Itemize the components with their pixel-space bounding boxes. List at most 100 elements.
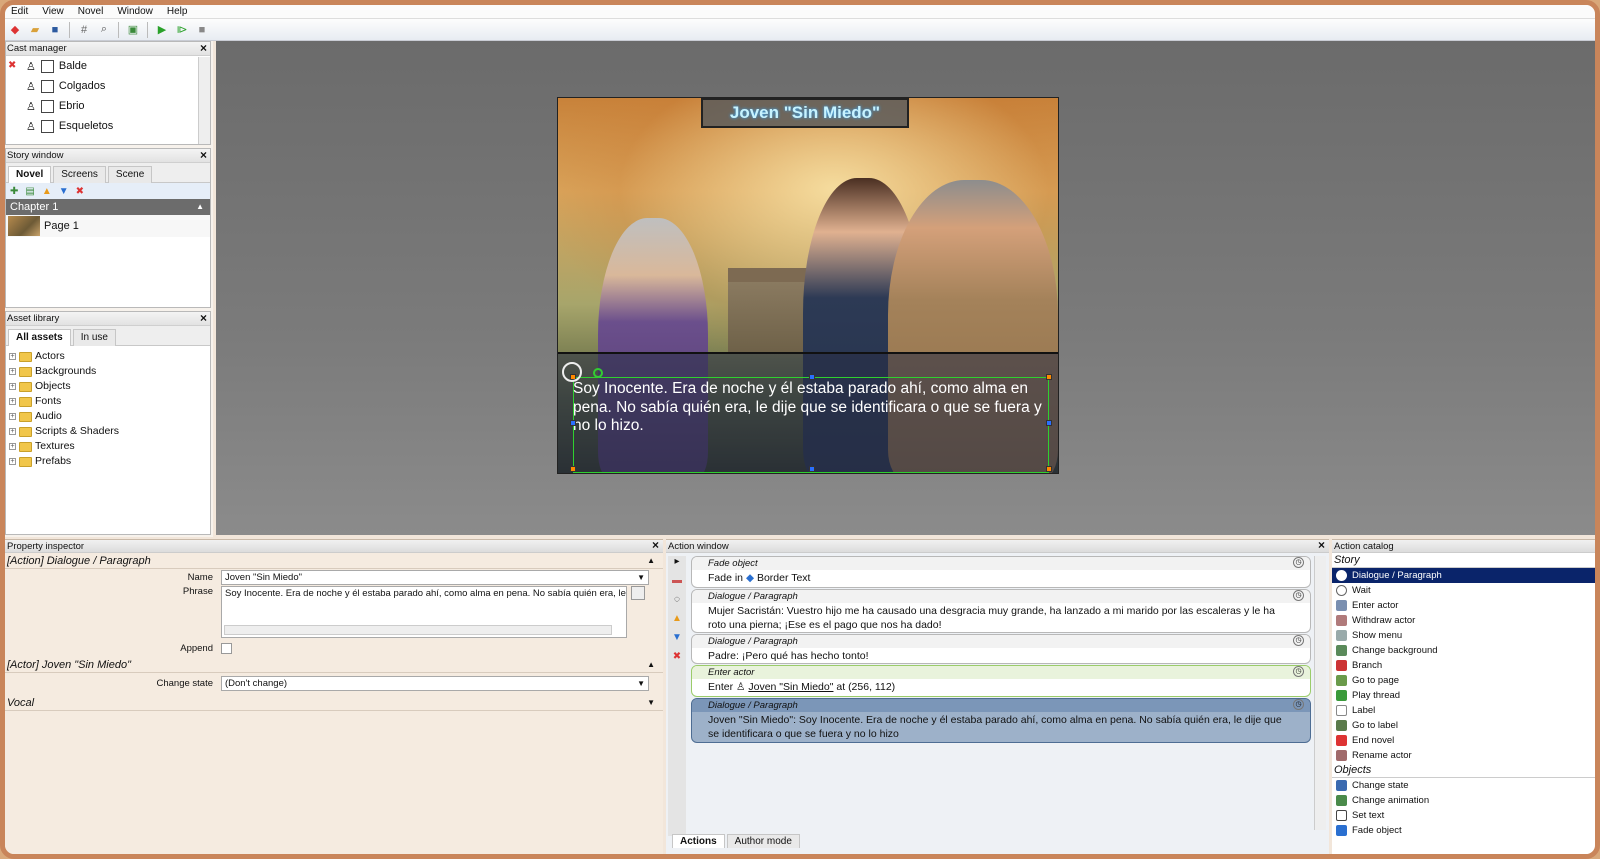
timing-icon[interactable]: ◷ <box>1293 699 1304 710</box>
tab-author-mode[interactable]: Author mode <box>726 834 800 848</box>
rotate-handle[interactable] <box>593 368 603 378</box>
open-folder-icon[interactable]: ▰ <box>27 22 43 38</box>
expand-icon[interactable]: ▼ <box>647 695 655 711</box>
action-scrollbar[interactable] <box>1314 556 1326 830</box>
action-item[interactable]: Fade object ◷ Fade in ◆ Border Text <box>691 556 1311 588</box>
menu-edit[interactable]: Edit <box>11 5 28 18</box>
move-up-icon[interactable]: ▲ <box>42 186 52 197</box>
resize-handle[interactable] <box>809 466 815 472</box>
delete-actor-icon[interactable]: ✖ <box>8 60 16 71</box>
tree-folder[interactable]: + Prefabs <box>6 454 210 469</box>
catalog-item[interactable]: Enter actor <box>1332 598 1595 613</box>
action-item[interactable]: Dialogue / Paragraph ◷ Padre: ¡Pero qué h… <box>691 634 1311 664</box>
save-icon[interactable]: ■ <box>47 22 63 38</box>
close-icon[interactable]: × <box>652 539 659 552</box>
section-vocal[interactable]: Vocal ▼ <box>5 695 663 711</box>
change-state-dropdown[interactable]: (Don't change) ▼ <box>221 676 649 691</box>
add-page-icon[interactable]: ▤ <box>25 186 34 197</box>
catalog-item[interactable]: Go to page <box>1332 673 1595 688</box>
cast-checkbox[interactable] <box>40 79 54 93</box>
cast-item[interactable]: ♙ Balde <box>6 56 210 76</box>
tree-folder[interactable]: + Backgrounds <box>6 364 210 379</box>
new-icon[interactable]: ◆ <box>7 22 23 38</box>
horizontal-scrollbar[interactable] <box>224 625 612 635</box>
tab-scene[interactable]: Scene <box>107 166 153 183</box>
scene-preview[interactable]: Joven "Sin Miedo" Soy Inocente. Era de n… <box>557 97 1059 474</box>
close-icon[interactable]: × <box>200 148 207 162</box>
play-from-here-icon[interactable]: ⧐ <box>174 22 190 38</box>
catalog-item[interactable]: Change state <box>1332 778 1595 793</box>
phrase-textarea[interactable]: Soy Inocente. Era de noche y él estaba p… <box>221 586 627 638</box>
expand-icon[interactable]: + <box>9 443 16 450</box>
section-action[interactable]: [Action] Dialogue / Paragraph ▲ <box>5 553 663 569</box>
dialogue-box[interactable]: Soy Inocente. Era de noche y él estaba p… <box>558 352 1058 473</box>
timing-icon[interactable]: ◷ <box>1293 666 1304 677</box>
timing-icon[interactable]: ◷ <box>1293 590 1304 601</box>
collapse-icon[interactable]: ▲ <box>647 657 655 673</box>
menu-help[interactable]: Help <box>167 5 188 18</box>
tree-folder[interactable]: + Textures <box>6 439 210 454</box>
catalog-item[interactable]: Change background <box>1332 643 1595 658</box>
tree-folder[interactable]: + Scripts & Shaders <box>6 424 210 439</box>
catalog-item[interactable]: Dialogue / Paragraph <box>1332 568 1595 583</box>
expand-button[interactable] <box>631 586 645 600</box>
tree-folder[interactable]: + Fonts <box>6 394 210 409</box>
catalog-item[interactable]: End novel <box>1332 733 1595 748</box>
section-actor[interactable]: [Actor] Joven "Sin Miedo" ▲ <box>5 657 663 673</box>
catalog-item[interactable]: Rename actor <box>1332 748 1595 763</box>
play-icon[interactable]: ▶ <box>154 22 170 38</box>
tab-all-assets[interactable]: All assets <box>8 329 71 346</box>
grid-icon[interactable]: # <box>76 22 92 38</box>
speaker-name-box[interactable]: Joven "Sin Miedo" <box>701 98 909 128</box>
cast-checkbox[interactable] <box>40 59 54 73</box>
tab-screens[interactable]: Screens <box>53 166 106 183</box>
catalog-item[interactable]: Go to label <box>1332 718 1595 733</box>
paste-icon[interactable]: ▬ <box>672 575 682 586</box>
catalog-item[interactable]: Withdraw actor <box>1332 613 1595 628</box>
timing-icon[interactable]: ◷ <box>1293 635 1304 646</box>
close-icon[interactable]: × <box>200 311 207 325</box>
timing-icon[interactable]: ◷ <box>1293 557 1304 568</box>
catalog-item[interactable]: Fade object <box>1332 823 1595 838</box>
append-checkbox[interactable] <box>221 643 232 654</box>
name-dropdown[interactable]: Joven "Sin Miedo" ▼ <box>221 570 649 585</box>
chapter-item[interactable]: Chapter 1 ▲ <box>6 199 210 215</box>
catalog-item[interactable]: Show menu <box>1332 628 1595 643</box>
tree-folder[interactable]: + Audio <box>6 409 210 424</box>
delete-icon[interactable]: ✖ <box>76 186 84 197</box>
scene-viewport[interactable]: Joven "Sin Miedo" Soy Inocente. Era de n… <box>216 41 1595 535</box>
expand-icon[interactable]: + <box>9 413 16 420</box>
zoom-icon[interactable]: ⌕ <box>96 22 112 38</box>
page-item[interactable]: Page 1 <box>6 215 210 237</box>
move-down-icon[interactable]: ▼ <box>672 632 682 643</box>
cast-item[interactable]: ♙ Colgados <box>6 76 210 96</box>
delete-icon[interactable]: ✖ <box>673 651 681 662</box>
tab-novel[interactable]: Novel <box>8 166 52 183</box>
expand-icon[interactable]: + <box>9 383 16 390</box>
comment-icon[interactable]: ◌ <box>674 594 680 605</box>
catalog-item[interactable]: Wait <box>1332 583 1595 598</box>
action-item-selected[interactable]: Dialogue / Paragraph ◷ Joven "Sin Miedo":… <box>691 698 1311 743</box>
move-down-icon[interactable]: ▼ <box>59 186 69 197</box>
expand-icon[interactable]: + <box>9 353 16 360</box>
catalog-item[interactable]: Label <box>1332 703 1595 718</box>
move-up-icon[interactable]: ▲ <box>672 613 682 624</box>
stop-icon[interactable]: ■ <box>194 22 210 38</box>
resize-handle[interactable] <box>570 420 576 426</box>
tree-folder[interactable]: + Objects <box>6 379 210 394</box>
menu-window[interactable]: Window <box>117 5 153 18</box>
collapse-icon[interactable]: ▲ <box>196 199 204 215</box>
resize-handle[interactable] <box>809 374 815 380</box>
menu-novel[interactable]: Novel <box>78 5 104 18</box>
cast-checkbox[interactable] <box>40 99 54 113</box>
resize-handle[interactable] <box>570 466 576 472</box>
insert-action-icon[interactable]: ▸ <box>674 556 679 567</box>
catalog-item[interactable]: Play thread <box>1332 688 1595 703</box>
tree-folder[interactable]: + Actors <box>6 349 210 364</box>
close-icon[interactable]: × <box>200 41 207 55</box>
export-icon[interactable]: ▣ <box>125 22 141 38</box>
action-item[interactable]: Dialogue / Paragraph ◷ Mujer Sacristán: V… <box>691 589 1311 633</box>
expand-icon[interactable]: + <box>9 458 16 465</box>
action-item[interactable]: Enter actor ◷ Enter ♙ Joven "Sin Miedo" a… <box>691 665 1311 697</box>
expand-icon[interactable]: + <box>9 398 16 405</box>
